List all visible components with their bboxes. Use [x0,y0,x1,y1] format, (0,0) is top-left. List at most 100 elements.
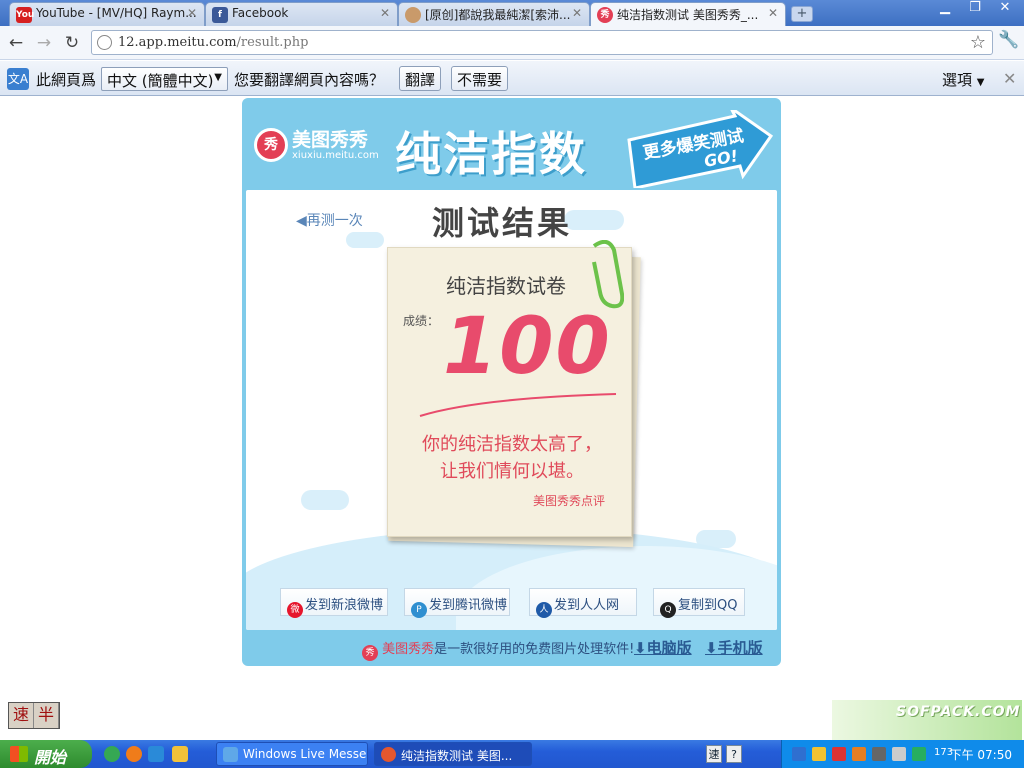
avatar-icon [405,7,421,23]
pc-version-link[interactable]: ⬇电脑版 [634,637,692,658]
chevron-down-icon: ▼ [214,72,222,83]
meitu-logo-icon: 秀 [254,128,288,162]
window-controls: ▁ ❐ ✕ [930,0,1020,18]
quicklaunch-icon[interactable] [148,746,164,762]
cloud-icon [346,232,384,248]
help-icon[interactable]: ? [726,745,742,763]
back-icon[interactable]: ← [5,32,27,54]
language-bar: 速 ? [706,745,742,763]
options-menu[interactable]: 選項 ▼ [942,69,985,90]
shield-icon[interactable] [812,747,826,761]
minimize-icon[interactable]: ▁ [930,0,960,18]
tab-close-icon[interactable]: ✕ [380,6,390,20]
messenger-icon [223,747,238,762]
tab-meitu-active[interactable]: 秀 纯洁指数测试 美图秀秀_... ✕ [590,2,786,27]
tab-facebook[interactable]: f Facebook ✕ [205,2,398,26]
tab-title: 纯洁指数测试 美图秀秀_... [617,8,759,22]
tencent-weibo-icon: P [411,602,427,618]
restore-icon[interactable]: ❐ [960,0,990,18]
meitu-icon: 秀 [597,7,613,23]
cloud-icon [301,490,349,510]
comment-text: 你的纯洁指数太高了， 让我们情何以堪。 [422,434,602,482]
translate-button[interactable]: 翻譯 [399,66,442,91]
translate-label: 此網頁爲 [36,71,97,89]
share-tencent-weibo-button[interactable]: P 发到腾讯微博 [404,588,510,618]
translate-icon: 文A [7,68,29,90]
banner-title: 纯洁指数 [395,127,587,181]
bookmark-star-icon[interactable]: ☆ [970,32,986,53]
language-select[interactable]: 中文 (簡體中文) ▼ [101,67,228,91]
clock[interactable]: 下午 07:50 [950,746,1012,763]
renren-icon: 人 [536,602,552,618]
browser-tab-strip: You YouTube - [MV/HQ] Raym... ✕ f Facebo… [0,0,1024,27]
chrome-icon [381,747,396,762]
youtube-icon: You [16,7,34,23]
tab-close-icon[interactable]: ✕ [187,6,197,20]
footer-text: 秀 美图秀秀是一款很好用的免费图片处理软件! [362,638,634,661]
system-tray: 173 下午 07:50 [781,740,1024,768]
chrome-quicklaunch-icon[interactable] [104,746,120,762]
share-sina-weibo-button[interactable]: 微发到新浪微博 [280,588,388,618]
tab-title: YouTube - [MV/HQ] Raym... [36,6,197,20]
score-underline-icon [419,393,617,417]
facebook-icon: f [212,7,228,23]
windows-taskbar: 開始 Windows Live Messen... 纯洁指数测试 美图... 速… [0,740,1024,768]
browser-toolbar: ← → ↻ 12.app.meitu.com/result.php ☆ 🔧 [0,26,1024,60]
ime-halfwidth-mode[interactable]: 半 [34,703,59,728]
new-tab-button[interactable]: + [791,6,813,22]
tab-close-icon[interactable]: ✕ [572,6,582,20]
meitu-small-icon: 秀 [362,645,378,661]
address-url: 12.app.meitu.com/result.php [118,35,309,50]
close-window-icon[interactable]: ✕ [990,0,1020,18]
mobile-version-link[interactable]: ⬇手机版 [705,637,763,658]
task-messenger[interactable]: Windows Live Messen... [216,742,368,766]
translate-question: 您要翻譯網頁內容嗎？ [234,71,385,89]
meitu-logo[interactable]: 秀 美图秀秀 xiuxiu.meitu.com [254,128,379,162]
logo-domain: xiuxiu.meitu.com [292,149,379,161]
network-icon[interactable] [792,747,806,761]
wrench-menu-icon[interactable]: 🔧 [998,30,1019,50]
sina-weibo-icon: 微 [287,602,303,618]
score-value: 100 [443,302,612,392]
tray-app-icon[interactable] [872,747,886,761]
reload-icon[interactable]: ↻ [61,32,83,54]
forward-icon[interactable]: → [33,32,55,54]
messenger-quicklaunch-icon[interactable] [172,746,188,762]
copy-to-qq-button[interactable]: Q 复制到QQ [653,588,745,618]
tab-close-icon[interactable]: ✕ [768,6,778,20]
task-chrome[interactable]: 纯洁指数测试 美图... [374,742,532,766]
firefox-quicklaunch-icon[interactable] [126,746,142,762]
logo-name: 美图秀秀 [292,128,369,151]
close-infobar-icon[interactable]: ✕ [1003,69,1016,88]
arrow-left-icon: ◀ [296,213,307,229]
download-icon: ⬇ [634,639,647,657]
watermark-logo: SOFPACK.COM [832,700,1022,742]
ime-speed-mode[interactable]: 速 [9,703,34,728]
download-icon: ⬇ [705,639,718,657]
page-info-icon[interactable] [97,35,112,50]
antivirus-icon[interactable] [832,747,846,761]
ime-toolbar: 速 半 [8,702,60,729]
tab-title: Facebook [232,6,289,20]
tab-youtube[interactable]: You YouTube - [MV/HQ] Raym... ✕ [9,2,205,26]
retry-link[interactable]: ◀再测一次 [296,210,363,230]
windows-flag-icon [10,746,28,762]
address-bar[interactable]: 12.app.meitu.com/result.php ☆ [91,30,993,55]
paper-title: 纯洁指数试卷 [446,274,566,298]
tab-title: [原创]都說我最純潔[索沛... [425,8,571,22]
tray-app-icon[interactable] [912,747,926,761]
decline-button[interactable]: 不需要 [451,66,509,91]
qq-icon: Q [660,602,676,618]
tray-app-icon[interactable] [852,747,866,761]
language-mode-icon[interactable]: 速 [706,745,722,763]
tab-blog[interactable]: [原创]都說我最純潔[索沛... ✕ [398,2,590,26]
start-button[interactable]: 開始 [0,740,92,768]
chevron-down-icon: ▼ [976,77,985,88]
paperclip-icon [592,240,624,309]
share-renren-button[interactable]: 人发到人人网 [529,588,637,618]
cloud-icon [564,210,624,230]
translate-infobar: 文A 此網頁爲 中文 (簡體中文) ▼ 您要翻譯網頁內容嗎？ 翻譯 不需要 選項… [0,61,1024,96]
volume-icon[interactable] [892,747,906,761]
result-title: 测试结果 [432,204,573,242]
signature: 美图秀秀点评 [533,494,606,508]
